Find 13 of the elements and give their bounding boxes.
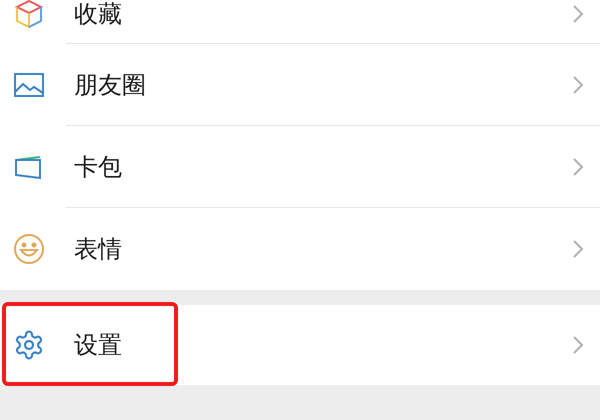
menu-item-label[interactable]: 朋友圈 (74, 66, 572, 102)
smiley-icon (13, 233, 45, 265)
menu-item-label[interactable]: 收藏 (74, 0, 572, 32)
settings-icon (13, 329, 45, 361)
chevron-right-icon (572, 74, 584, 94)
picture-icon (13, 71, 45, 99)
menu-item-label[interactable]: 表情 (74, 231, 572, 267)
chevron-right-icon (572, 239, 584, 259)
chevron-right-icon (572, 4, 584, 24)
menu-item-label[interactable]: 卡包 (74, 148, 572, 184)
chevron-right-icon (572, 335, 584, 355)
cube-icon (13, 0, 45, 30)
chevron-right-icon (572, 156, 584, 176)
